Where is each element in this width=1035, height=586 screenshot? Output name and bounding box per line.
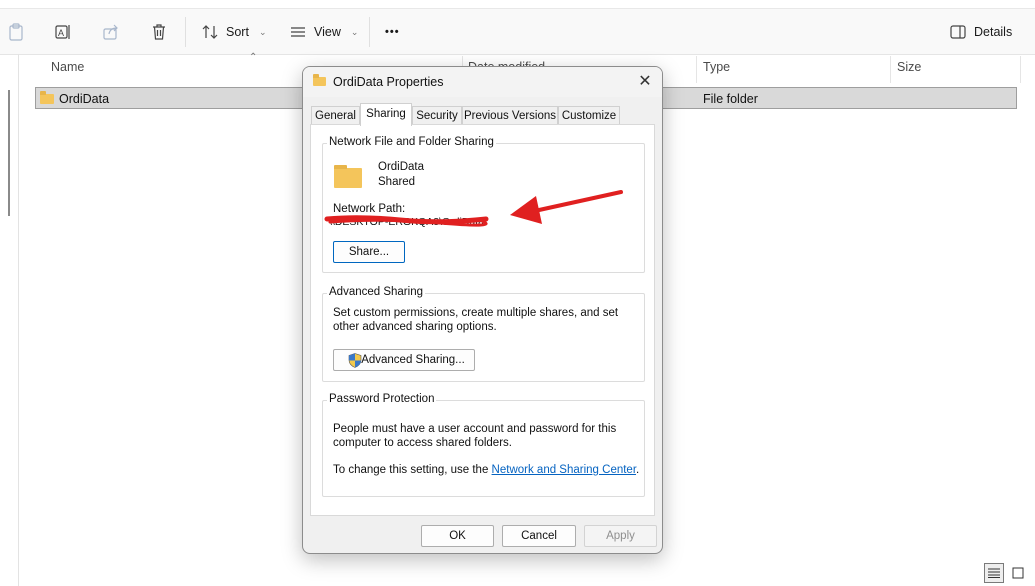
network-path-label: Network Path: — [333, 203, 406, 215]
column-header-size[interactable]: Size — [897, 60, 921, 74]
large-icons-view-icon — [1012, 567, 1024, 579]
address-bar-edge — [0, 0, 1035, 9]
network-path-value: \\DESKTOP-ERGKQA3\OrdiData — [329, 216, 485, 228]
folder-icon — [334, 165, 362, 188]
tab-sharing[interactable]: Sharing — [360, 103, 412, 126]
column-divider[interactable] — [890, 56, 891, 83]
sort-icon — [202, 25, 218, 39]
advanced-sharing-label: Advanced Sharing... — [361, 354, 465, 366]
paste-icon[interactable] — [6, 22, 26, 42]
instruction-prefix: To change this setting, use the — [333, 464, 492, 476]
tab-general[interactable]: General — [311, 106, 360, 125]
sort-label: Sort — [226, 25, 249, 39]
tab-customize[interactable]: Customize — [558, 106, 620, 125]
password-protection-instruction: To change this setting, use the Network … — [333, 463, 639, 477]
chevron-down-icon: ⌄ — [350, 26, 359, 37]
network-sharing-group: Network File and Folder Sharing OrdiData… — [322, 136, 645, 273]
item-name: OrdiData — [59, 92, 110, 106]
folder-icon — [40, 91, 54, 104]
more-label: ••• — [385, 26, 400, 38]
group-title: Advanced Sharing — [327, 286, 425, 298]
folder-icon — [313, 74, 326, 86]
advanced-sharing-button[interactable]: Advanced Sharing... — [333, 349, 475, 371]
cancel-button[interactable]: Cancel — [502, 525, 576, 547]
sharing-tab-panel: Network File and Folder Sharing OrdiData… — [310, 124, 655, 516]
command-bar: A Sort ⌄ View ⌄ ••• Details — [0, 0, 1035, 55]
tab-security[interactable]: Security — [412, 106, 462, 125]
details-pane-icon — [950, 25, 966, 39]
share-icon[interactable] — [101, 22, 121, 42]
close-icon: ✕ — [638, 73, 652, 90]
password-protection-group: Password Protection People must have a u… — [322, 393, 645, 497]
column-header-name[interactable]: Name — [51, 60, 84, 74]
details-view-icon — [988, 568, 1000, 578]
advanced-sharing-description: Set custom permissions, create multiple … — [333, 307, 619, 333]
shared-folder-name: OrdiData — [378, 161, 425, 173]
view-label: View — [314, 25, 341, 39]
tab-previous-versions[interactable]: Previous Versions — [462, 106, 558, 125]
view-button[interactable]: View ⌄ — [290, 22, 358, 42]
advanced-sharing-group: Advanced Sharing Set custom permissions,… — [322, 286, 645, 382]
toolbar-separator — [369, 17, 370, 47]
ok-button[interactable]: OK — [421, 525, 494, 547]
dialog-title-bar[interactable]: OrdiData Properties ✕ — [303, 67, 662, 97]
chevron-down-icon: ⌄ — [258, 26, 267, 37]
group-title: Password Protection — [327, 393, 437, 405]
apply-button[interactable]: Apply — [584, 525, 657, 547]
password-protection-description: People must have a user account and pass… — [333, 423, 617, 449]
more-options-button[interactable]: ••• — [385, 22, 400, 42]
view-icon — [291, 27, 305, 37]
details-view-button[interactable] — [984, 563, 1004, 583]
large-icons-view-button[interactable] — [1008, 563, 1028, 583]
delete-icon[interactable] — [149, 22, 169, 42]
group-title: Network File and Folder Sharing — [327, 136, 496, 148]
dialog-title: OrdiData Properties — [333, 75, 444, 89]
item-type: File folder — [703, 92, 758, 106]
share-status: Shared — [378, 176, 416, 188]
sort-indicator-icon: ⌃ — [249, 52, 258, 63]
details-pane-button[interactable]: Details — [950, 22, 1012, 42]
sort-button[interactable]: Sort ⌄ — [202, 22, 266, 42]
navigation-pane-edge — [18, 54, 19, 586]
share-button[interactable]: Share... — [333, 241, 405, 263]
column-header-type[interactable]: Type — [703, 60, 730, 74]
rename-icon[interactable]: A — [53, 22, 73, 42]
toolbar-separator — [185, 17, 186, 47]
navigation-pane-scrollbar[interactable] — [8, 90, 10, 216]
properties-dialog: OrdiData Properties ✕ General Sharing Se… — [302, 66, 663, 554]
column-divider[interactable] — [696, 56, 697, 83]
svg-text:A: A — [58, 28, 64, 38]
uac-shield-icon — [348, 353, 362, 368]
close-button[interactable]: ✕ — [635, 73, 655, 91]
column-divider[interactable] — [1020, 56, 1021, 83]
details-label: Details — [974, 25, 1013, 39]
network-sharing-center-link[interactable]: Network and Sharing Center — [492, 464, 636, 476]
instruction-suffix: . — [636, 464, 640, 476]
